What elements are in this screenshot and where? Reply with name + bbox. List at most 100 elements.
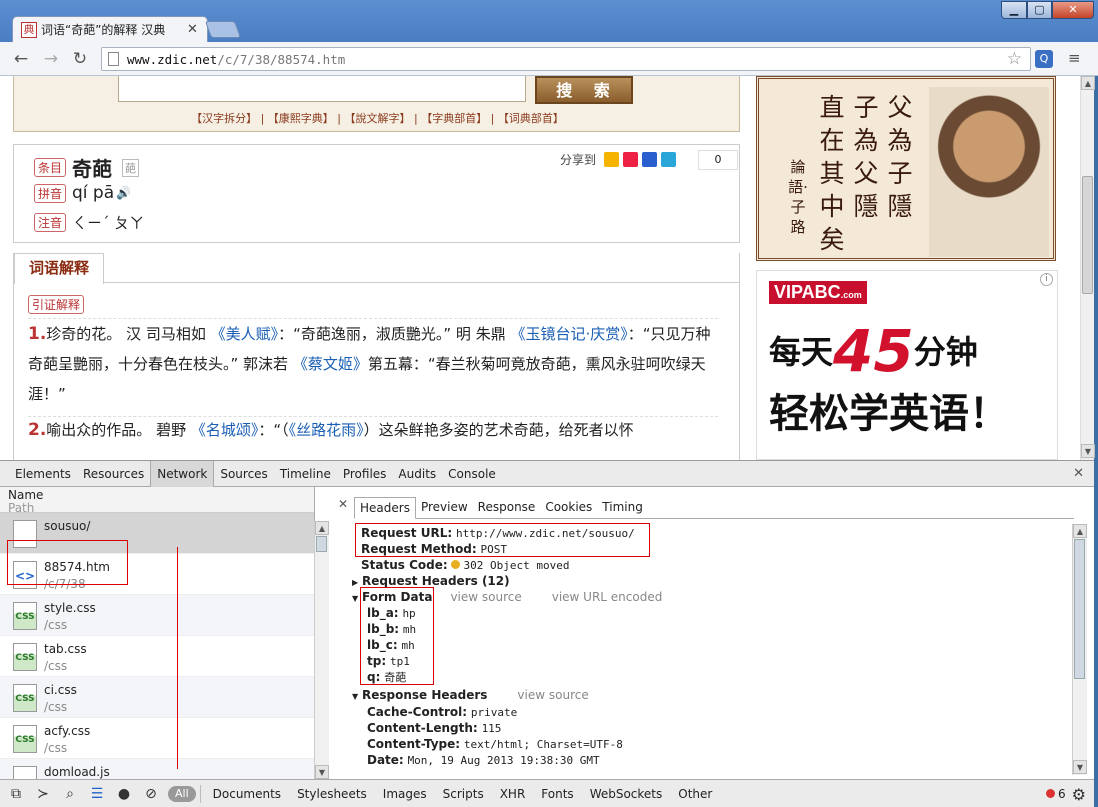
citation-link[interactable]: 《玉镜台记·庆赏》: [510, 325, 627, 343]
ad-slogan: 轻松学英语！: [769, 391, 1009, 437]
vipabc-ad[interactable]: VIPABC.com i 每天45分钟 轻松学英语！: [756, 270, 1058, 460]
citation-link[interactable]: 《蔡文姬》: [293, 355, 368, 373]
clear-icon[interactable]: ⊘: [140, 786, 162, 802]
citation-link[interactable]: 《丝路花雨》: [289, 421, 364, 439]
tab-sources[interactable]: Sources: [214, 461, 273, 487]
tab-timeline[interactable]: Timeline: [274, 461, 337, 487]
tab-cookies[interactable]: Cookies: [540, 497, 597, 519]
maximize-button[interactable]: ▢: [1027, 1, 1052, 19]
scroll-down-icon[interactable]: ▼: [1073, 760, 1087, 774]
page-scrollbar[interactable]: ▲ ▼: [1080, 76, 1095, 460]
tab-resources[interactable]: Resources: [77, 461, 150, 487]
minimize-button[interactable]: ▁: [1001, 1, 1027, 19]
address-bar[interactable]: www.zdic.net/c/7/38/88574.htm ☆: [101, 47, 1031, 71]
citation-link[interactable]: 《名城颂》: [191, 421, 259, 439]
tab-timing[interactable]: Timing: [597, 497, 648, 519]
scroll-thumb[interactable]: [316, 536, 327, 552]
browser-tab[interactable]: 典 词语“奇葩”的解释 汉典 ✕: [12, 16, 208, 42]
confucius-ad[interactable]: 父為子隱 子為父隱 直在其中矣 論語·子路: [756, 76, 1056, 261]
share-label: 分享到: [560, 153, 597, 167]
record-icon[interactable]: ●: [113, 786, 135, 802]
definition-panel: 词语解释 引证解释 1.珍奇的花。 汉 司马相如 《美人赋》：“奇葩逸丽，淑质艷…: [13, 253, 740, 460]
window-close-button[interactable]: ✕: [1052, 1, 1094, 19]
url-host: www.zdic.net: [127, 51, 218, 67]
filter-stylesheets[interactable]: Stylesheets: [289, 787, 375, 801]
request-row[interactable]: domload.js: [0, 759, 314, 779]
annotation-line: [177, 547, 178, 769]
view-source-link[interactable]: view source: [450, 590, 521, 604]
request-row[interactable]: CSS tab.css /css: [0, 636, 314, 677]
citation-link[interactable]: 《美人赋》: [211, 325, 279, 343]
filter-documents[interactable]: Documents: [205, 787, 289, 801]
share-baidu-icon[interactable]: [642, 152, 658, 167]
tab-headers[interactable]: Headers: [354, 497, 416, 519]
definition-2: 2.喻出众的作品。 碧野 《名城颂》：“（《丝路花雨》）这朵鲜艳多姿的艺术奇葩，…: [28, 415, 718, 445]
speaker-icon[interactable]: 🔊: [116, 186, 131, 200]
dock-icon[interactable]: ⧉: [5, 786, 27, 802]
share-qzone-icon[interactable]: [604, 152, 620, 167]
close-devtools-icon[interactable]: ✕: [1073, 466, 1084, 481]
share-weibo-icon[interactable]: [623, 152, 639, 167]
view-url-encoded-link[interactable]: view URL encoded: [552, 590, 663, 604]
traditional-icon[interactable]: 葩: [122, 158, 140, 177]
console-drawer-icon[interactable]: ≻: [32, 786, 54, 802]
scroll-up-icon[interactable]: ▲: [1073, 524, 1087, 538]
detail-scrollbar[interactable]: ▲ ▼: [1072, 524, 1087, 775]
def-text: 珍奇的花。 汉 司马相如: [46, 325, 211, 343]
forward-icon[interactable]: →: [40, 49, 62, 69]
request-row[interactable]: CSS ci.css /css: [0, 677, 314, 718]
filter-websockets[interactable]: WebSockets: [582, 787, 671, 801]
ad-info-icon[interactable]: i: [1040, 273, 1053, 286]
tab-definition[interactable]: 词语解释: [14, 253, 104, 284]
dictionary-links[interactable]: 【汉字拆分】 | 【康熙字典】 | 【說文解字】 | 【字典部首】 | 【词典部…: [14, 110, 741, 126]
share-tqq-icon[interactable]: [661, 152, 677, 167]
response-row: Cache-Control: private: [367, 705, 518, 719]
list-view-icon[interactable]: ☰: [86, 786, 108, 802]
request-row[interactable]: CSS acfy.css /css: [0, 718, 314, 759]
response-headers-toggle[interactable]: ▼ Response Headers view source: [352, 687, 589, 705]
scroll-thumb[interactable]: [1074, 539, 1085, 679]
reload-icon[interactable]: ↻: [69, 49, 91, 69]
error-count[interactable]: 6: [1046, 787, 1066, 801]
request-list-scrollbar[interactable]: ▲ ▼: [314, 521, 329, 779]
zhuyin-text: ㄑㄧˊ ㄆㄚ: [72, 214, 145, 232]
tab-preview[interactable]: Preview: [416, 497, 473, 519]
filter-other[interactable]: Other: [670, 787, 720, 801]
close-tab-icon[interactable]: ✕: [187, 22, 198, 37]
pinyin-text: qí pā: [72, 183, 115, 203]
tab-audits[interactable]: Audits: [392, 461, 442, 487]
scroll-up-icon[interactable]: ▲: [1081, 76, 1095, 90]
highlight-box: [7, 540, 128, 585]
bookmark-star-icon[interactable]: ☆: [1007, 49, 1022, 69]
filter-all[interactable]: All: [168, 786, 196, 802]
ad-headline: 每天45分钟: [769, 317, 978, 385]
back-icon[interactable]: ←: [10, 49, 32, 69]
tab-response[interactable]: Response: [473, 497, 541, 519]
gear-icon[interactable]: ⚙: [1072, 785, 1086, 804]
web-page: 搜 索 【汉字拆分】 | 【康熙字典】 | 【說文解字】 | 【字典部首】 | …: [0, 76, 1080, 460]
search-button[interactable]: 搜 索: [535, 76, 633, 104]
scroll-down-icon[interactable]: ▼: [1081, 444, 1095, 458]
filter-xhr[interactable]: XHR: [492, 787, 534, 801]
tab-profiles[interactable]: Profiles: [337, 461, 393, 487]
detail-tabs: Headers Preview Response Cookies Timing: [354, 497, 1074, 519]
tab-console[interactable]: Console: [442, 461, 502, 487]
menu-icon[interactable]: ≡: [1068, 51, 1082, 66]
extension-icon[interactable]: Q: [1035, 50, 1053, 68]
search-input[interactable]: [118, 76, 526, 102]
request-row[interactable]: CSS style.css /css: [0, 595, 314, 636]
view-source-link[interactable]: view source: [517, 688, 588, 702]
scroll-down-icon[interactable]: ▼: [315, 765, 329, 779]
search-icon[interactable]: ⌕: [59, 786, 81, 802]
filter-scripts[interactable]: Scripts: [435, 787, 492, 801]
tab-network[interactable]: Network: [150, 460, 215, 487]
name-column-header[interactable]: Name Path: [0, 487, 314, 515]
scroll-up-icon[interactable]: ▲: [315, 521, 329, 535]
devtools-panel: Elements Resources Network Sources Timel…: [0, 460, 1094, 807]
filter-images[interactable]: Images: [375, 787, 435, 801]
scroll-thumb[interactable]: [1082, 176, 1093, 294]
tab-elements[interactable]: Elements: [9, 461, 77, 487]
filter-fonts[interactable]: Fonts: [533, 787, 581, 801]
new-tab-button[interactable]: [204, 21, 242, 38]
close-detail-icon[interactable]: ✕: [338, 497, 348, 511]
